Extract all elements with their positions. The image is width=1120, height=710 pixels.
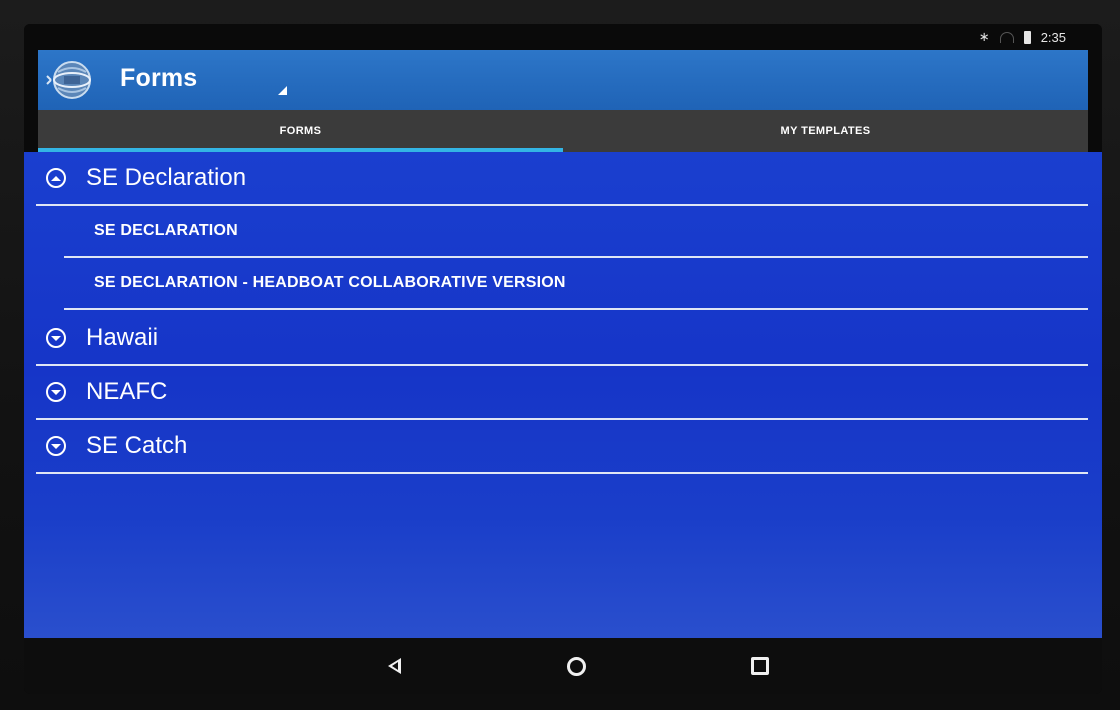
expand-circle-icon [46, 328, 66, 348]
navigation-bar [24, 638, 1102, 694]
status-bar: ∗ 2:35 [24, 24, 1102, 50]
tablet-screen: ∗ 2:35 Forms FORMS MY TEMPLATES SE Decla… [24, 24, 1102, 694]
home-button[interactable] [562, 652, 590, 680]
group-hawaii[interactable]: Hawaii [36, 312, 1088, 366]
recent-apps-button[interactable] [746, 652, 774, 680]
group-label: Hawaii [86, 324, 159, 351]
title-spinner-indicator-icon[interactable] [278, 86, 287, 95]
group-label: SE Declaration [86, 164, 247, 191]
app-globe-logo-icon[interactable] [46, 58, 92, 102]
list-item-label: SE DECLARATION [94, 222, 238, 239]
recent-apps-icon [751, 657, 769, 675]
collapse-circle-icon [46, 168, 66, 188]
list-item-label: SE DECLARATION - HEADBOAT COLLABORATIVE … [94, 274, 566, 291]
group-label: NEAFC [86, 378, 168, 405]
expand-circle-icon [46, 436, 66, 456]
tab-my-templates[interactable]: MY TEMPLATES [563, 110, 1088, 152]
wifi-icon [999, 31, 1014, 43]
app-title: Forms [120, 64, 198, 92]
tab-forms[interactable]: FORMS [38, 110, 563, 152]
expand-circle-icon [46, 382, 66, 402]
list-item-se-declaration-headboat[interactable]: SE DECLARATION - HEADBOAT COLLABORATIVE … [64, 258, 1088, 310]
forms-list: SE Declaration SE DECLARATION SE DECLARA… [24, 152, 1102, 638]
bluetooth-icon: ∗ [978, 29, 990, 44]
tab-bar: FORMS MY TEMPLATES [38, 110, 1088, 152]
status-time: 2:35 [1040, 29, 1066, 45]
back-icon [387, 658, 401, 674]
group-se-catch[interactable]: SE Catch [36, 420, 1088, 474]
status-icons: ∗ 2:35 [979, 29, 1066, 45]
battery-icon [1023, 30, 1031, 44]
group-neafc[interactable]: NEAFC [36, 366, 1088, 420]
group-se-declaration[interactable]: SE Declaration [36, 152, 1088, 206]
group-label: SE Catch [86, 432, 188, 459]
list-item-se-declaration[interactable]: SE DECLARATION [64, 206, 1088, 258]
home-icon [566, 656, 586, 676]
app-bar: Forms [38, 50, 1088, 110]
back-button[interactable] [380, 652, 408, 680]
